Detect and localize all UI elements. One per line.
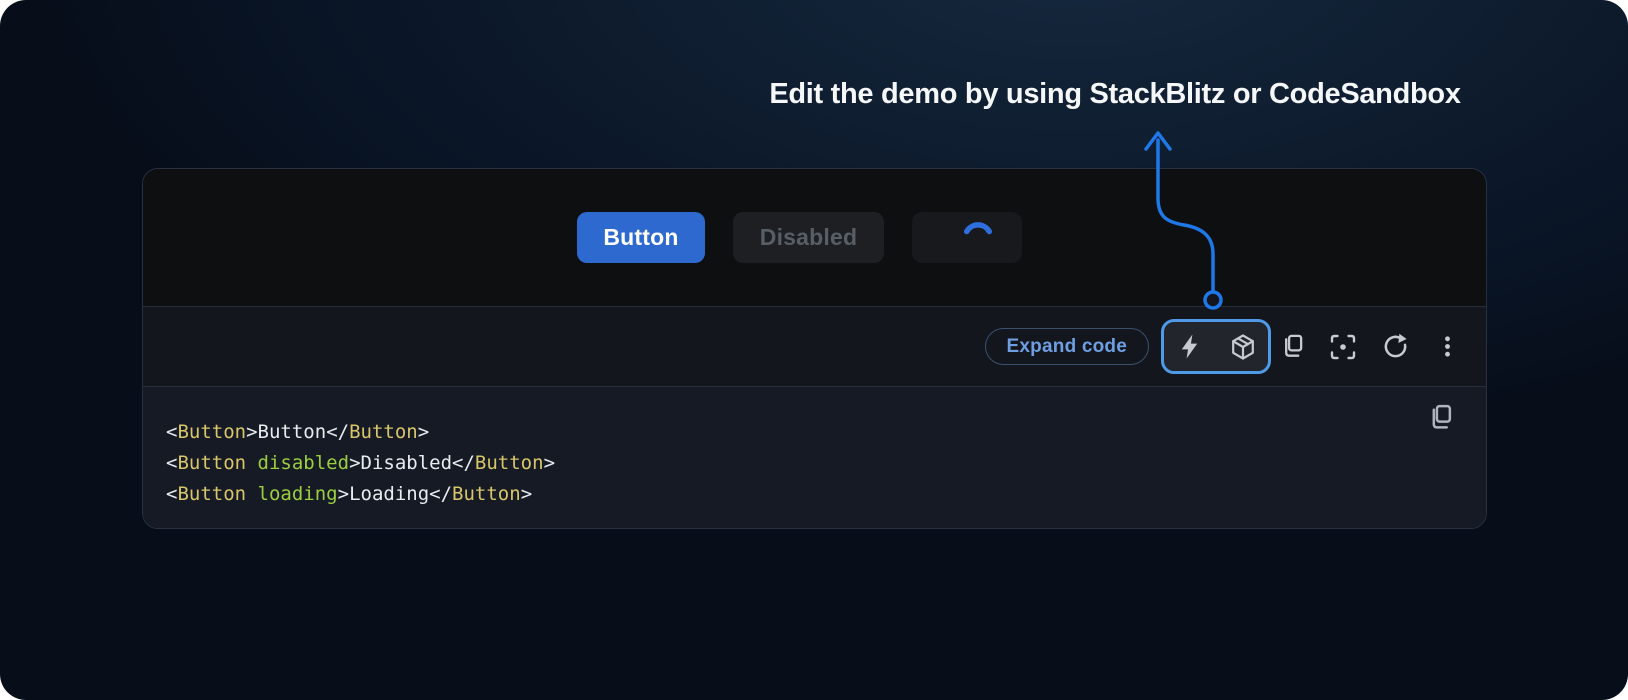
stackblitz-button[interactable] bbox=[1175, 327, 1203, 367]
code-line: <Button disabled>Disabled</Button> bbox=[166, 448, 1416, 479]
expand-code-button[interactable]: Expand code bbox=[985, 328, 1149, 365]
kebab-icon bbox=[1434, 333, 1461, 360]
demo-card: Button Disabled Expand code bbox=[142, 168, 1487, 529]
copy-icon bbox=[1278, 333, 1305, 360]
copy-icon bbox=[1425, 403, 1454, 432]
code-copy-button[interactable] bbox=[1422, 400, 1456, 434]
demo-loading-button[interactable] bbox=[912, 212, 1022, 263]
annotation-title: Edit the demo by using StackBlitz or Cod… bbox=[769, 78, 1460, 111]
code-panel: <Button>Button</Button><Button disabled>… bbox=[143, 386, 1486, 528]
focus-icon bbox=[1329, 333, 1357, 361]
page: Edit the demo by using StackBlitz or Cod… bbox=[0, 0, 1628, 700]
code-line: <Button loading>Loading</Button> bbox=[166, 479, 1416, 510]
codesandbox-icon bbox=[1229, 333, 1257, 361]
demo-toolbar: Expand code bbox=[143, 306, 1486, 386]
copy-button[interactable] bbox=[1274, 327, 1308, 367]
focus-button[interactable] bbox=[1326, 327, 1360, 367]
demo-primary-button[interactable]: Button bbox=[577, 212, 705, 263]
demo-preview: Button Disabled bbox=[143, 169, 1486, 306]
edit-icons-highlight-group bbox=[1161, 319, 1271, 374]
more-button[interactable] bbox=[1430, 327, 1464, 367]
codesandbox-button[interactable] bbox=[1229, 327, 1257, 367]
arrowhead-icon bbox=[1146, 133, 1170, 149]
stackblitz-icon bbox=[1176, 333, 1203, 360]
code-block: <Button>Button</Button><Button disabled>… bbox=[166, 417, 1416, 510]
demo-disabled-button[interactable]: Disabled bbox=[733, 212, 884, 263]
refresh-button[interactable] bbox=[1378, 327, 1412, 367]
code-line: <Button>Button</Button> bbox=[166, 417, 1416, 448]
refresh-icon bbox=[1382, 333, 1409, 360]
spinner-icon bbox=[961, 221, 995, 255]
